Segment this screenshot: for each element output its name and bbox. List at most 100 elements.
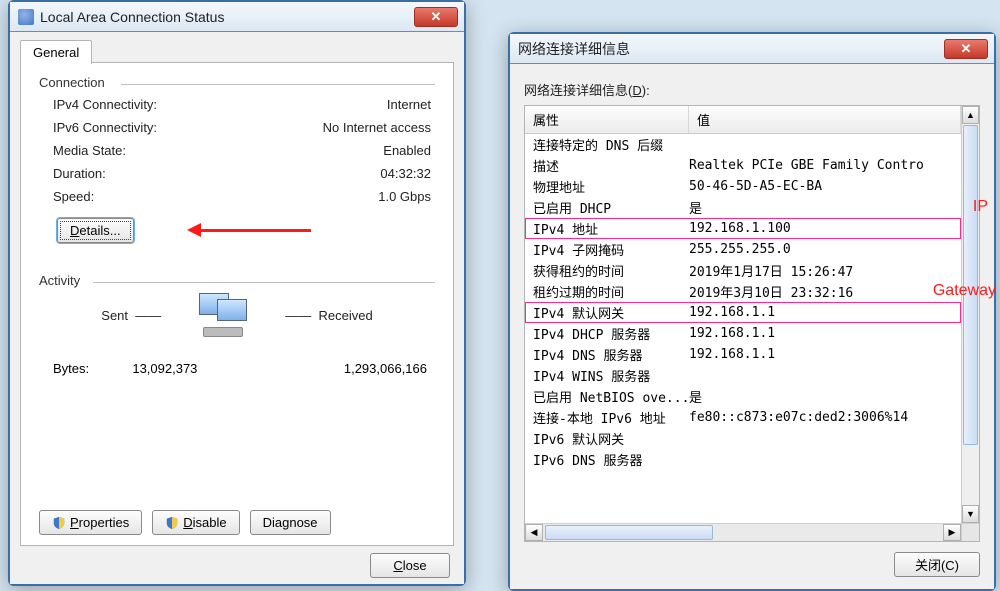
properties-button-label: Properties bbox=[70, 515, 129, 530]
list-row[interactable]: IPv4 地址192.168.1.100 bbox=[525, 218, 961, 239]
list-row[interactable]: IPv6 DNS 服务器 bbox=[525, 449, 961, 470]
media-state-row: Media State: Enabled bbox=[39, 139, 435, 162]
value-cell: 2019年3月10日 23:32:16 bbox=[689, 282, 961, 301]
value: Enabled bbox=[383, 143, 431, 158]
value-cell: 是 bbox=[689, 198, 961, 217]
connection-group-label: Connection bbox=[39, 75, 435, 90]
scroll-left-icon[interactable]: ◀ bbox=[525, 524, 543, 541]
list-row[interactable]: 获得租约的时间2019年1月17日 15:26:47 bbox=[525, 260, 961, 281]
close-icon[interactable]: ✕ bbox=[944, 39, 988, 59]
scroll-up-icon[interactable]: ▲ bbox=[962, 106, 979, 124]
details-button[interactable]: Details... bbox=[57, 218, 134, 243]
properties-button[interactable]: Properties bbox=[39, 510, 142, 535]
value: No Internet access bbox=[323, 120, 431, 135]
scroll-right-icon[interactable]: ▶ bbox=[943, 524, 961, 541]
close-button-label: Close bbox=[393, 558, 426, 573]
connection-details-dialog: 网络连接详细信息 ✕ 网络连接详细信息(D): 属性 值 连接特定的 DNS 后… bbox=[508, 32, 996, 591]
value-cell: 192.168.1.100 bbox=[689, 221, 961, 236]
property-cell: IPv4 地址 bbox=[525, 219, 689, 238]
list-row[interactable]: 物理地址50-46-5D-A5-EC-BA bbox=[525, 176, 961, 197]
close-button[interactable]: Close bbox=[370, 553, 450, 578]
scrollbar-corner bbox=[961, 524, 979, 541]
received-label: —— Received bbox=[285, 308, 372, 323]
network-activity-icon bbox=[191, 293, 255, 337]
details-subtitle: 网络连接详细信息(D): bbox=[524, 80, 980, 99]
value-cell: 255.255.255.0 bbox=[689, 242, 961, 257]
column-header-value[interactable]: 值 bbox=[689, 106, 961, 133]
horizontal-scrollbar[interactable]: ◀ ▶ bbox=[525, 523, 979, 541]
list-row[interactable]: 连接-本地 IPv6 地址fe80::c873:e07c:ded2:3006%1… bbox=[525, 407, 961, 428]
list-row[interactable]: IPv4 默认网关192.168.1.1 bbox=[525, 302, 961, 323]
property-cell: 已启用 NetBIOS ove... bbox=[525, 387, 689, 406]
sent-label: Sent —— bbox=[101, 308, 161, 323]
list-row[interactable]: IPv4 子网掩码255.255.255.0 bbox=[525, 239, 961, 260]
label: Speed: bbox=[53, 189, 94, 204]
diagnose-button[interactable]: Diagnose bbox=[250, 510, 331, 535]
details-listview: 属性 值 连接特定的 DNS 后缀描述Realtek PCIe GBE Fami… bbox=[524, 105, 980, 542]
bytes-received: 1,293,066,166 bbox=[344, 361, 427, 376]
scrollbar-thumb[interactable] bbox=[545, 525, 713, 540]
connection-status-dialog: Local Area Connection Status ✕ General C… bbox=[8, 0, 466, 586]
column-header-property[interactable]: 属性 bbox=[525, 106, 689, 133]
shield-icon bbox=[52, 516, 66, 530]
value: 04:32:32 bbox=[380, 166, 431, 181]
value-cell: 192.168.1.1 bbox=[689, 326, 961, 341]
ipv6-connectivity-row: IPv6 Connectivity: No Internet access bbox=[39, 116, 435, 139]
close-button[interactable]: 关闭(C) bbox=[894, 552, 980, 577]
list-row[interactable]: IPv4 WINS 服务器 bbox=[525, 365, 961, 386]
list-row[interactable]: IPv4 DNS 服务器192.168.1.1 bbox=[525, 344, 961, 365]
diagnose-button-label: Diagnose bbox=[263, 515, 318, 530]
value-cell: 192.168.1.1 bbox=[689, 305, 961, 320]
tab-general[interactable]: General bbox=[20, 40, 92, 64]
property-cell: IPv6 DNS 服务器 bbox=[525, 450, 689, 469]
network-icon bbox=[18, 9, 34, 25]
vertical-scrollbar[interactable]: ▲ ▼ bbox=[961, 106, 979, 523]
speed-row: Speed: 1.0 Gbps bbox=[39, 185, 435, 208]
details-button-label: Details... bbox=[70, 223, 121, 238]
value-cell: 192.168.1.1 bbox=[689, 347, 961, 362]
scroll-down-icon[interactable]: ▼ bbox=[962, 505, 979, 523]
list-row[interactable]: 已启用 DHCP是 bbox=[525, 197, 961, 218]
property-cell: 租约过期的时间 bbox=[525, 282, 689, 301]
annotation-gateway: Gateway bbox=[933, 282, 996, 300]
label: IPv4 Connectivity: bbox=[53, 97, 157, 112]
property-cell: 连接特定的 DNS 后缀 bbox=[525, 135, 689, 154]
bytes-sent: 13,092,373 bbox=[132, 361, 197, 376]
list-row[interactable]: 已启用 NetBIOS ove...是 bbox=[525, 386, 961, 407]
label: IPv6 Connectivity: bbox=[53, 120, 157, 135]
scrollbar-track[interactable] bbox=[543, 524, 943, 541]
scrollbar-track[interactable] bbox=[962, 124, 979, 505]
property-cell: 物理地址 bbox=[525, 177, 689, 196]
annotation-arrow-head bbox=[187, 223, 201, 237]
close-icon[interactable]: ✕ bbox=[414, 7, 458, 27]
value-cell: 是 bbox=[689, 387, 961, 406]
value-cell: 2019年1月17日 15:26:47 bbox=[689, 261, 961, 280]
property-cell: IPv4 默认网关 bbox=[525, 303, 689, 322]
list-row[interactable]: IPv4 DHCP 服务器192.168.1.1 bbox=[525, 323, 961, 344]
property-cell: 获得租约的时间 bbox=[525, 261, 689, 280]
titlebar[interactable]: Local Area Connection Status ✕ bbox=[10, 2, 464, 32]
label: Media State: bbox=[53, 143, 126, 158]
list-row[interactable]: 连接特定的 DNS 后缀 bbox=[525, 134, 961, 155]
disable-button[interactable]: Disable bbox=[152, 510, 239, 535]
value-cell: 50-46-5D-A5-EC-BA bbox=[689, 179, 961, 194]
window-title: 网络连接详细信息 bbox=[518, 39, 630, 59]
list-row[interactable]: 描述Realtek PCIe GBE Family Contro bbox=[525, 155, 961, 176]
property-cell: IPv6 默认网关 bbox=[525, 429, 689, 448]
titlebar[interactable]: 网络连接详细信息 ✕ bbox=[510, 34, 994, 64]
value: 1.0 Gbps bbox=[378, 189, 431, 204]
property-cell: 连接-本地 IPv6 地址 bbox=[525, 408, 689, 427]
value-cell: fe80::c873:e07c:ded2:3006%14 bbox=[689, 410, 961, 425]
list-row[interactable]: 租约过期的时间2019年3月10日 23:32:16 bbox=[525, 281, 961, 302]
list-row[interactable]: IPv6 默认网关 bbox=[525, 428, 961, 449]
ipv4-connectivity-row: IPv4 Connectivity: Internet bbox=[39, 93, 435, 116]
property-cell: 已启用 DHCP bbox=[525, 198, 689, 217]
bytes-label: Bytes: bbox=[53, 361, 89, 376]
listview-header[interactable]: 属性 值 bbox=[525, 106, 961, 134]
property-cell: IPv4 DHCP 服务器 bbox=[525, 324, 689, 343]
shield-icon bbox=[165, 516, 179, 530]
disable-button-label: Disable bbox=[183, 515, 226, 530]
value-cell: Realtek PCIe GBE Family Contro bbox=[689, 158, 961, 173]
property-cell: IPv4 子网掩码 bbox=[525, 240, 689, 259]
window-title: Local Area Connection Status bbox=[40, 9, 224, 25]
